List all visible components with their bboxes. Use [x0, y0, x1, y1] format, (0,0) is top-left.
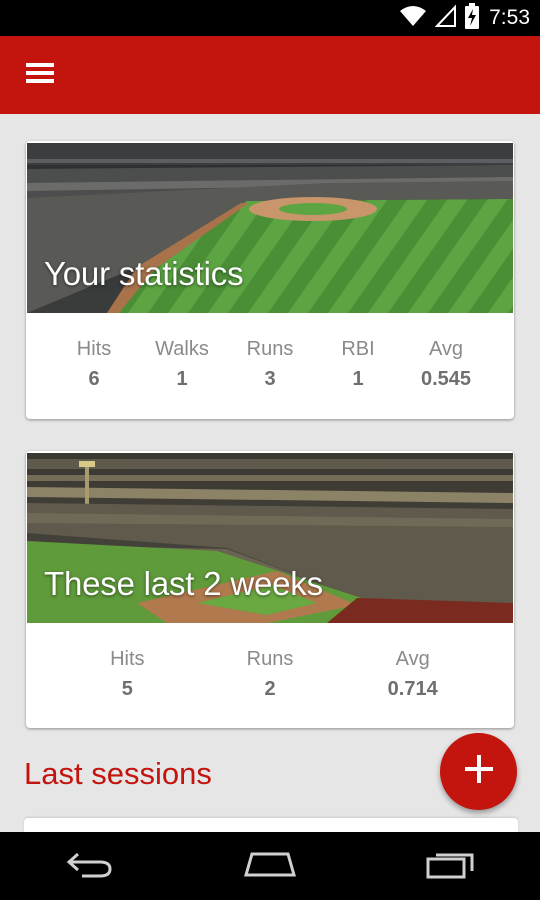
status-bar: 7:53	[0, 0, 540, 36]
recent-apps-icon	[426, 849, 474, 884]
stadium-image: Your statistics	[27, 143, 513, 313]
hamburger-menu-icon	[26, 62, 54, 89]
stat-hits: Hits 5	[56, 647, 199, 702]
stat-value: 3	[264, 368, 276, 390]
stat-value: 1	[352, 368, 364, 390]
recent-weeks-card[interactable]: These last 2 weeks Hits 5 Runs 2 Avg 0.7…	[26, 451, 514, 728]
stat-label: Hits	[76, 338, 112, 360]
stat-label: Hits	[110, 648, 145, 670]
stat-value: 1	[176, 368, 188, 390]
stat-value: 0.714	[387, 678, 438, 700]
stats-row: Hits 5 Runs 2 Avg 0.714	[26, 647, 514, 702]
last-sessions-heading: Last sessions	[24, 756, 212, 791]
card-title: These last 2 weeks	[44, 565, 323, 602]
navigation-bar	[0, 832, 540, 900]
wifi-icon	[399, 4, 427, 33]
stat-value: 6	[88, 368, 100, 390]
battery-charging-icon	[465, 2, 480, 34]
stats-row: Hits 6 Walks 1 Runs 3 RBI 1 Avg 0.545	[26, 337, 514, 392]
add-session-button[interactable]	[440, 733, 517, 810]
stat-label: Avg	[428, 338, 464, 360]
cell-signal-icon	[434, 3, 457, 33]
stat-rbi: RBI 1	[314, 337, 402, 392]
back-button[interactable]	[45, 836, 135, 896]
stat-label: Walks	[155, 338, 209, 360]
stat-value: 0.545	[420, 368, 472, 390]
stat-label: Runs	[246, 338, 294, 360]
stat-hits: Hits 6	[50, 337, 138, 392]
status-icons: 7:53	[399, 0, 530, 36]
stat-walks: Walks 1	[138, 337, 226, 392]
card-title: Your statistics	[44, 255, 244, 292]
status-time: 7:53	[489, 6, 530, 29]
back-icon	[66, 850, 114, 883]
stat-value: 2	[264, 678, 276, 700]
stadium-night-image: These last 2 weeks	[27, 453, 513, 623]
app-bar	[0, 36, 540, 114]
stat-label: Runs	[246, 648, 294, 670]
stat-label: Avg	[395, 648, 430, 670]
stat-label: RBI	[341, 338, 375, 360]
home-button[interactable]	[225, 836, 315, 896]
recent-apps-button[interactable]	[405, 836, 495, 896]
home-icon	[243, 851, 297, 882]
plus-icon	[464, 755, 493, 788]
statistics-card[interactable]: Your statistics Hits 6 Walks 1 Runs 3 RB…	[26, 141, 514, 419]
stat-avg: Avg 0.714	[341, 647, 484, 702]
stat-avg: Avg 0.545	[402, 337, 490, 392]
screen: 7:53 Your statistics Hits 6 Walks 1 Runs…	[0, 0, 540, 900]
menu-button[interactable]	[22, 58, 58, 92]
stat-runs: Runs 2	[199, 647, 342, 702]
stat-value: 5	[121, 678, 133, 700]
stat-runs: Runs 3	[226, 337, 314, 392]
